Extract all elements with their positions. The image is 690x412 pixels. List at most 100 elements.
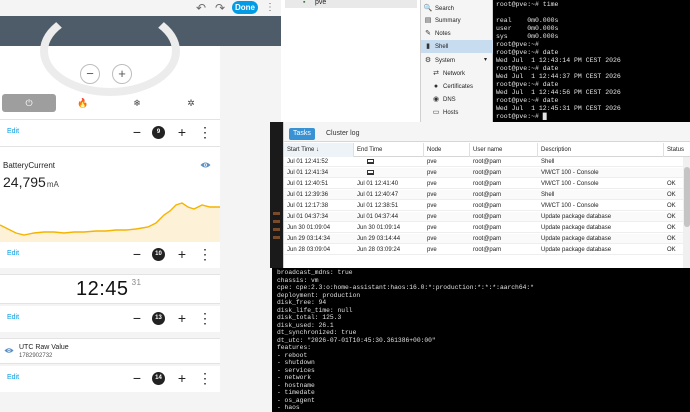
menu-item-system[interactable]: ⚙ System ▾ (421, 54, 493, 67)
menu-item-label: Search (435, 6, 455, 12)
cell-description: VM/CT 100 - Console (541, 203, 599, 209)
node-shell-terminal[interactable]: root@pve:~# time real 0m0.000s user 0m0.0… (493, 0, 690, 122)
move-down-button[interactable]: − (131, 310, 143, 326)
shell-line: root@pve:~# (496, 41, 539, 48)
thermostat-dial[interactable] (40, 6, 180, 96)
menu-item-label: Network (443, 71, 466, 77)
console-line: deployment: production (277, 291, 361, 299)
menu-item-summary[interactable]: ▤ Summary (421, 14, 493, 27)
cell-end-time (354, 168, 424, 178)
card-menu-icon[interactable]: ⋮ (198, 370, 212, 386)
move-down-button[interactable]: − (131, 370, 143, 386)
utc-raw-value-card[interactable]: UTC Raw Value 1782902732 (0, 338, 220, 364)
cell-status: OK (667, 247, 676, 253)
task-row[interactable]: Jun 28 03:09:04 Jun 28 03:09:24 pve root@pa… (284, 245, 690, 255)
task-row[interactable]: Jun 29 03:14:34 Jun 29 03:14:44 pve root@pa… (284, 234, 690, 244)
edit-link[interactable]: Edit (7, 250, 19, 257)
tasks-scrollbar[interactable] (683, 157, 690, 268)
entity-value: 1782902732 (19, 353, 53, 359)
running-task-icon (367, 170, 374, 175)
position-badge: 14 (152, 372, 165, 385)
column-node[interactable]: Node (424, 143, 470, 157)
task-row[interactable]: Jul 01 12:39:36 Jul 01 12:40:47 pve root@pa… (284, 190, 690, 200)
undo-icon[interactable]: ↶ (193, 2, 209, 14)
node-menu: 🔍 Search ▤ Summary ✎ Notes ▮ Shell ⚙ System ▾ ⇄ Netw… (421, 0, 493, 122)
move-up-button[interactable]: + (176, 246, 188, 262)
card-edit-row: Edit − 13 + ⋮ (0, 306, 220, 332)
cell-end-time: Jun 28 03:09:24 (357, 247, 401, 253)
column-description[interactable]: Description (538, 143, 664, 157)
clock-card: 12:45 31 (0, 274, 220, 304)
column-user-name[interactable]: User name (470, 143, 538, 157)
card-menu-icon[interactable]: ⋮ (198, 310, 212, 326)
task-row[interactable]: Jul 01 04:37:34 Jul 01 04:37:44 pve root@pa… (284, 212, 690, 222)
fan-icon: ✲ (187, 98, 195, 108)
move-down-button[interactable]: − (131, 124, 143, 140)
sensor-value: 24,795mA (3, 174, 59, 190)
flame-icon: 🔥 (77, 98, 89, 108)
snowflake-mode-button[interactable]: ❄ (110, 94, 164, 112)
task-row[interactable]: Jun 30 01:09:04 Jun 30 01:09:14 pve root@pa… (284, 223, 690, 233)
shell-line: Wed Jul 1 12:43:14 PM CEST 2026 (496, 57, 621, 64)
move-down-button[interactable]: − (131, 246, 143, 262)
task-row[interactable]: Jul 01 12:40:51 Jul 01 12:41:40 pve root@pa… (284, 179, 690, 189)
column-start-time[interactable]: Start Time ↓ (284, 143, 354, 157)
menu-item-dns[interactable]: ◉ DNS (421, 93, 493, 106)
card-menu-icon[interactable]: ⋮ (198, 246, 212, 262)
cell-description: Shell (541, 159, 555, 165)
eye-icon[interactable] (200, 161, 211, 169)
menu-item-label: DNS (443, 97, 456, 103)
menu-item-certificates[interactable]: ● Certificates (421, 80, 493, 93)
move-up-button[interactable]: + (176, 124, 188, 140)
cell-start-time: Jul 01 04:37:34 (287, 214, 329, 220)
clock-seconds: 31 (131, 278, 142, 287)
done-button[interactable]: Done (232, 1, 258, 14)
redo-icon[interactable]: ↷ (212, 2, 228, 14)
cell-status (664, 168, 684, 178)
console-line: - haos (277, 404, 300, 411)
sensor-unit: mA (46, 180, 59, 189)
menu-item-hosts[interactable]: ▭ Hosts (421, 106, 493, 119)
position-badge: 9 (152, 126, 165, 139)
menu-item-network[interactable]: ⇄ Network (421, 67, 493, 80)
cell-status: OK (667, 203, 676, 209)
power-mode-button[interactable]: ⏻ (2, 94, 56, 112)
home-assistant-dashboard: ↶ ↷ Done ⋮ − + ⏻ 🔥 ❄ ✲ Edit − 9 + ⋮ Battery… (0, 0, 281, 412)
menu-item-label: System (435, 58, 456, 64)
certificate-icon: ● (433, 83, 439, 90)
flame-mode-button[interactable]: 🔥 (56, 94, 110, 112)
card-menu-icon[interactable]: ⋮ (198, 124, 212, 140)
move-up-button[interactable]: + (176, 370, 188, 386)
scrollbar-thumb[interactable] (684, 167, 690, 227)
cell-user-name: root@pam (473, 236, 502, 242)
cell-description: Update package database (541, 225, 612, 231)
tasks-table-body: Jul 01 12:41:52 pve root@pam Shell Jul 01 12… (284, 157, 690, 268)
menu-item-shell[interactable]: ▮ Shell (421, 40, 493, 53)
column-end-time[interactable]: End Time (354, 143, 424, 157)
battery-current-card[interactable]: BatteryCurrent 24,795mA (0, 146, 220, 246)
tab-cluster-log[interactable]: Cluster log (322, 128, 363, 140)
temp-decrease-button[interactable]: − (80, 64, 100, 84)
column-status[interactable]: Status (664, 143, 690, 157)
move-up-button[interactable]: + (176, 310, 188, 326)
tree-node-pve[interactable]: ▪ pve (285, 0, 417, 8)
cell-node: pve (427, 159, 437, 165)
power-icon: ⏻ (25, 98, 33, 108)
cell-user-name: root@pam (473, 159, 502, 165)
task-row[interactable]: Jul 01 12:41:52 pve root@pam Shell (284, 157, 690, 167)
menu-item-notes[interactable]: ✎ Notes (421, 27, 493, 40)
entity-name: UTC Raw Value (19, 344, 69, 351)
task-row[interactable]: Jul 01 12:17:38 Jul 01 12:38:51 pve root@pa… (284, 201, 690, 211)
edit-link[interactable]: Edit (7, 128, 19, 135)
more-menu-icon[interactable]: ⋮ (262, 2, 278, 14)
task-row[interactable]: Jul 01 12:41:34 pve root@pam VM/CT 100 - Co… (284, 168, 690, 178)
temp-increase-button[interactable]: + (112, 64, 132, 84)
tree-node-label: pve (315, 0, 327, 6)
fan-mode-button[interactable]: ✲ (164, 94, 218, 112)
console-line: cpe: cpe:2.3:o:home-assistant:haos:16.0:… (277, 284, 534, 291)
edit-link[interactable]: Edit (7, 314, 19, 321)
tab-tasks[interactable]: Tasks (289, 128, 315, 140)
console-line: - shutdown (277, 359, 315, 366)
vm-console-terminal[interactable]: broadcast_mdns: true chassis: vm cpe: cpe:… (272, 268, 690, 412)
edit-link[interactable]: Edit (7, 374, 19, 381)
